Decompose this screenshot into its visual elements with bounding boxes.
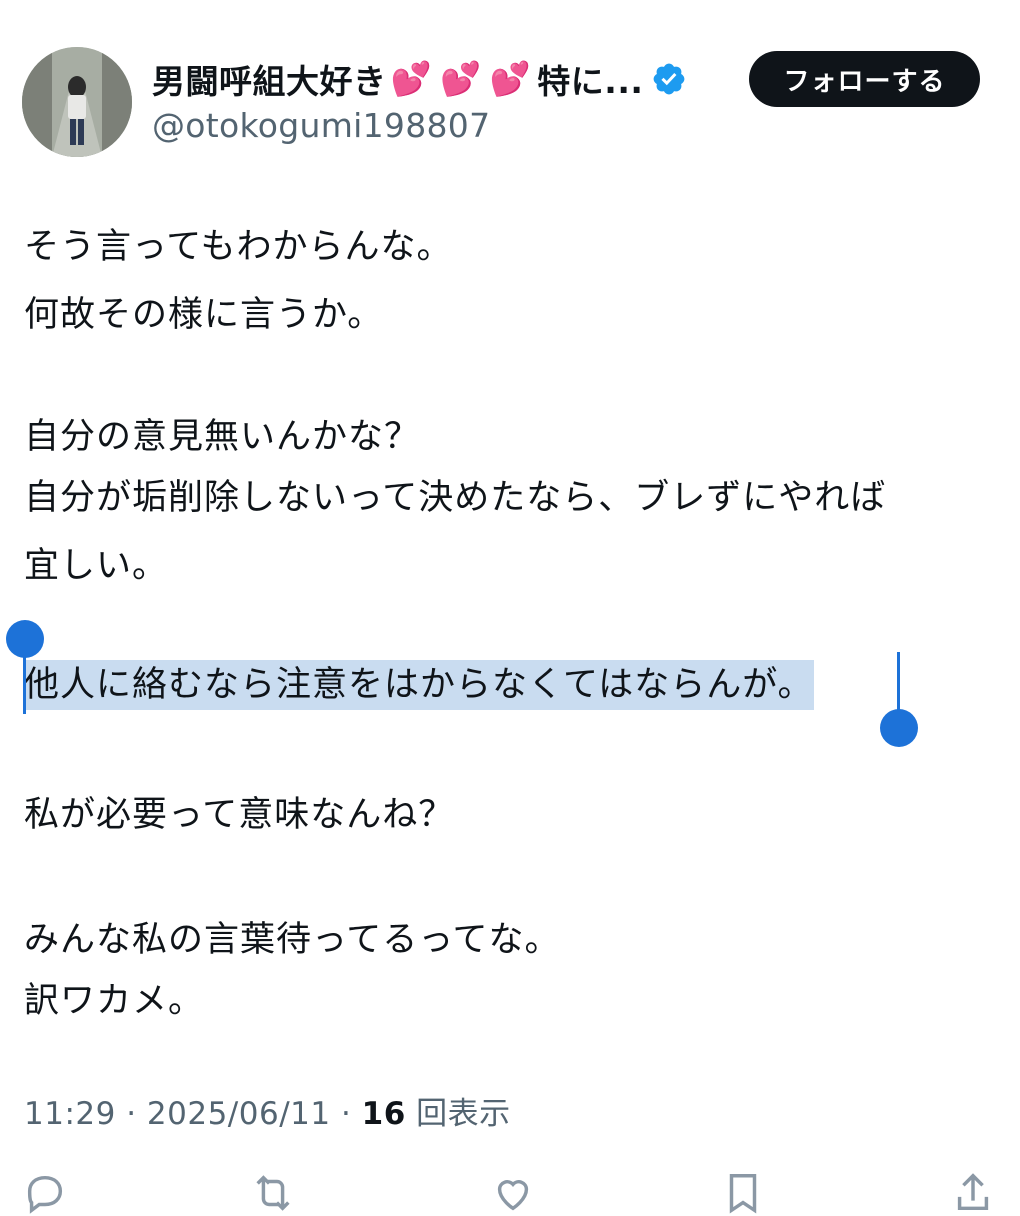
tweet-line: 訳ワカメ。: [24, 981, 205, 1021]
verified-badge-icon: [654, 63, 685, 95]
reply-icon[interactable]: [22, 1170, 68, 1216]
tweet-line: 私が必要って意味なんね？: [24, 795, 455, 835]
user-handle[interactable]: @otokogumi198807: [152, 106, 490, 145]
tweet-line: 自分が垢削除しないって決めたなら、ブレずにやれば: [24, 478, 887, 518]
meta-separator: ·: [330, 1096, 362, 1132]
selected-text[interactable]: 他人に絡むなら注意をはからなくてはならんが。: [24, 660, 814, 710]
bookmark-icon[interactable]: [720, 1170, 766, 1216]
heart-emoji-3: 💕: [489, 59, 532, 98]
action-bar: [0, 1170, 1020, 1214]
tweet-meta: 11:29 · 2025/06/11 · 16 回表示: [24, 1088, 511, 1133]
tweet-line: みんな私の言葉待ってるってな。: [24, 920, 561, 960]
views-count: 16: [361, 1096, 406, 1132]
selection-start-caret: [23, 648, 26, 714]
tweet-header: 男闘呼組大好き 💕 💕 💕 特に... @otokogumi198807 フォロ…: [0, 0, 1020, 170]
display-name-suffix: 特に...: [537, 62, 644, 101]
tweet-line: 自分の意見無いんかな？: [24, 417, 421, 457]
views-label: 回表示: [416, 1096, 511, 1132]
retweet-icon[interactable]: [250, 1170, 296, 1216]
meta-separator: ·: [115, 1096, 147, 1132]
heart-emoji-1: 💕: [390, 59, 433, 98]
tweet-line: 何故その様に言うか。: [24, 295, 384, 335]
heart-emoji-2: 💕: [440, 59, 482, 98]
share-icon[interactable]: [950, 1170, 996, 1216]
tweet-time[interactable]: 11:29: [24, 1096, 116, 1132]
tweet-line: 宜しい。: [24, 546, 169, 586]
display-name-text: 男闘呼組大好き: [152, 62, 387, 101]
follow-button[interactable]: フォローする: [749, 51, 980, 107]
avatar-photo: [22, 47, 132, 157]
tweet-line: そう言ってもわからんな。: [24, 227, 453, 267]
tweet-date[interactable]: 2025/06/11: [147, 1096, 331, 1132]
like-icon[interactable]: [490, 1170, 536, 1216]
avatar[interactable]: [22, 47, 132, 157]
selection-end-caret: [897, 652, 900, 714]
display-name[interactable]: 男闘呼組大好き 💕 💕 💕 特に...: [152, 55, 687, 103]
selection-end-handle[interactable]: [880, 709, 918, 747]
